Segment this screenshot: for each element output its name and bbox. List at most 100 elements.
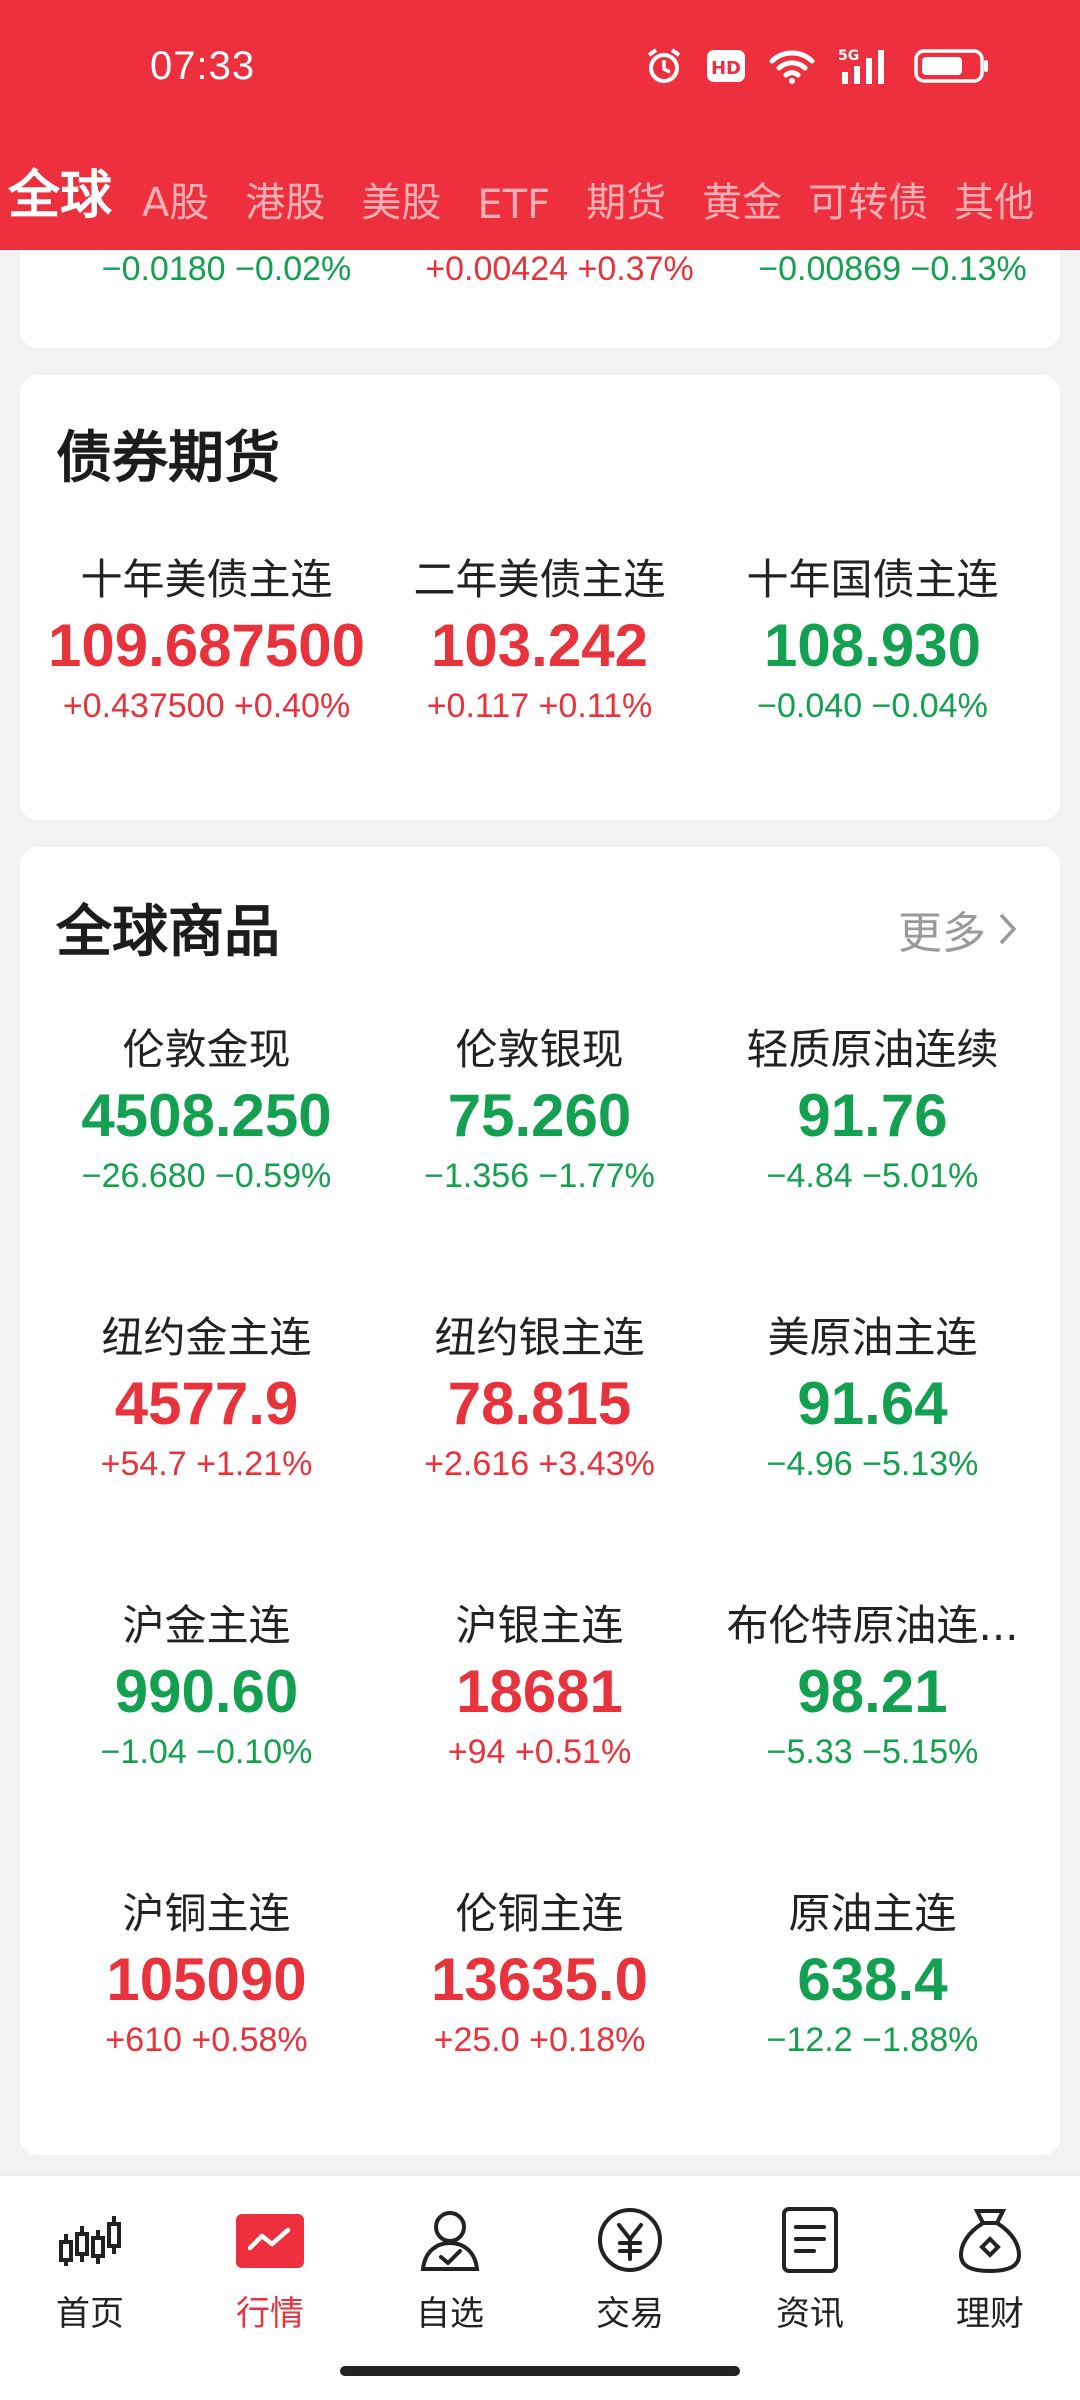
bond-futures-card: 债券期货 十年美债主连 109.687500 +0.437500 +0.40% …: [20, 375, 1060, 820]
quote-change: +94 +0.51%: [447, 1733, 632, 1771]
chevron-right-icon: [999, 913, 1017, 945]
quote-name: 沪银主连: [455, 1601, 624, 1650]
quote-change: +0.117 +0.11%: [426, 687, 653, 725]
quote-name: 二年美债主连: [413, 555, 666, 604]
tab-gold[interactable]: 黄金: [702, 170, 782, 228]
status-time: 07:33: [150, 44, 256, 88]
money-bag-icon: [954, 2204, 1026, 2276]
nav-label: 理财: [956, 2294, 1024, 2334]
nav-wealth[interactable]: 理财: [900, 2176, 1080, 2400]
commodities-title: 全球商品: [56, 900, 280, 965]
quote-change: −12.2 −1.88%: [766, 2021, 979, 2059]
quote-cell-sh-copper[interactable]: 沪铜主连 105090 +610 +0.58%: [40, 1889, 373, 2061]
nav-home[interactable]: 首页: [0, 2176, 180, 2400]
tab-global[interactable]: 全球: [8, 153, 112, 228]
quote-cell-sh-gold[interactable]: 沪金主连 990.60 −1.04 −0.10%: [40, 1601, 373, 1773]
quote-name: 原油主连: [788, 1889, 957, 1938]
quote-change: −4.96 −5.13%: [766, 1445, 979, 1483]
quote-name: 纽约银主连: [434, 1313, 645, 1362]
quote-cell-light-crude[interactable]: 轻质原油连续 91.76 −4.84 −5.01%: [706, 1025, 1039, 1197]
svg-text:HD: HD: [711, 58, 741, 79]
tab-hk-stocks[interactable]: 港股: [245, 170, 325, 228]
quote-change: −1.04 −0.10%: [100, 1733, 313, 1771]
quote-cell-london-silver[interactable]: 伦敦银现 75.260 −1.356 −1.77%: [373, 1025, 706, 1197]
fx-change-3: −0.00869 −0.13%: [758, 250, 1027, 288]
candlestick-icon: [54, 2204, 126, 2276]
quote-cell-sh-silver[interactable]: 沪银主连 18681 +94 +0.51%: [373, 1601, 706, 1773]
quote-cell-london-copper[interactable]: 伦铜主连 13635.0 +25.0 +0.18%: [373, 1889, 706, 2061]
quote-name: 沪铜主连: [122, 1889, 291, 1938]
more-label: 更多: [898, 908, 986, 959]
tab-convertible-bonds[interactable]: 可转债: [808, 170, 928, 228]
fx-change-2: +0.00424 +0.37%: [425, 250, 694, 288]
tab-other[interactable]: 其他: [954, 170, 1034, 228]
quote-cell-us-crude[interactable]: 美原油主连 91.64 −4.96 −5.13%: [706, 1313, 1039, 1485]
tab-us-stocks[interactable]: 美股: [361, 170, 441, 228]
quote-change: −5.33 −5.15%: [766, 1733, 979, 1771]
quote-change: +54.7 +1.21%: [100, 1445, 313, 1483]
quote-price: 91.76: [797, 1082, 948, 1149]
top-header: 07:33 HD 5G 全球 A股 港股 美股 ETF 期货 黄金 可转债 其他: [0, 0, 1080, 250]
quote-cell-crude-oil[interactable]: 原油主连 638.4 −12.2 −1.88%: [706, 1889, 1039, 2061]
quote-name: 十年国债主连: [746, 555, 999, 604]
more-link[interactable]: 更多: [898, 897, 1020, 961]
quote-name: 沪金主连: [122, 1601, 291, 1650]
cellular-signal-icon: 5G: [838, 46, 892, 86]
quote-cell-10y-cn-bond[interactable]: 十年国债主连 108.930 −0.040 −0.04%: [706, 555, 1039, 727]
svg-text:5G: 5G: [838, 48, 859, 64]
tab-etf[interactable]: ETF: [477, 182, 550, 228]
quote-name: 十年美债主连: [80, 555, 333, 604]
tab-futures[interactable]: 期货: [586, 170, 666, 228]
quote-name: 轻质原油连续: [746, 1025, 999, 1074]
quote-change: −1.356 −1.77%: [424, 1157, 655, 1195]
quote-cell-london-gold[interactable]: 伦敦金现 4508.250 −26.680 −0.59%: [40, 1025, 373, 1197]
quote-name: 纽约金主连: [101, 1313, 312, 1362]
quote-price: 18681: [456, 1658, 623, 1725]
quote-price: 98.21: [797, 1658, 948, 1725]
quote-change: −4.84 −5.01%: [766, 1157, 979, 1195]
global-commodities-card: 全球商品 更多 伦敦金现 4508.250 −26.680 −0.59% 伦敦银…: [20, 847, 1060, 2155]
bond-futures-title: 债券期货: [56, 426, 280, 491]
quote-price: 75.260: [447, 1082, 632, 1149]
quote-change: −26.680 −0.59%: [81, 1157, 332, 1195]
yen-coin-icon: [594, 2204, 666, 2276]
nav-label: 行情: [236, 2294, 304, 2334]
nav-market[interactable]: 行情: [180, 2176, 360, 2400]
quote-price: 638.4: [797, 1946, 948, 2013]
quote-price: 990.60: [114, 1658, 299, 1725]
quote-price: 105090: [106, 1946, 307, 2013]
market-tabs: 全球 A股 港股 美股 ETF 期货 黄金 可转债 其他: [0, 158, 1080, 228]
quote-cell-ny-silver[interactable]: 纽约银主连 78.815 +2.616 +3.43%: [373, 1313, 706, 1485]
quote-price: 78.815: [447, 1370, 632, 1437]
quote-name: 美原油主连: [767, 1313, 978, 1362]
quote-cell-10y-us-bond[interactable]: 十年美债主连 109.687500 +0.437500 +0.40%: [40, 555, 373, 727]
battery-icon: [914, 47, 990, 85]
tab-a-shares[interactable]: A股: [142, 170, 209, 228]
nav-label: 交易: [596, 2294, 664, 2334]
quote-price: 91.64: [797, 1370, 948, 1437]
quote-cell-ny-gold[interactable]: 纽约金主连 4577.9 +54.7 +1.21%: [40, 1313, 373, 1485]
document-icon: [774, 2204, 846, 2276]
quote-price: 103.242: [431, 612, 648, 679]
home-indicator[interactable]: [340, 2366, 740, 2376]
quote-price: 4577.9: [114, 1370, 299, 1437]
quote-price: 13635.0: [431, 1946, 648, 2013]
alarm-icon: [644, 46, 684, 86]
quote-name: 伦敦金现: [122, 1025, 291, 1074]
quote-price: 4508.250: [81, 1082, 332, 1149]
market-chart-icon: [234, 2204, 306, 2276]
quote-cell-2y-us-bond[interactable]: 二年美债主连 103.242 +0.117 +0.11%: [373, 555, 706, 727]
quote-change: +0.437500 +0.40%: [62, 687, 351, 725]
quote-change: +25.0 +0.18%: [433, 2021, 646, 2059]
quote-price: 108.930: [764, 612, 981, 679]
nav-news[interactable]: 资讯: [720, 2176, 900, 2400]
quote-change: +2.616 +3.43%: [424, 1445, 655, 1483]
quote-change: −0.040 −0.04%: [757, 687, 988, 725]
nav-label: 资讯: [776, 2294, 844, 2334]
nav-label: 自选: [416, 2294, 484, 2334]
user-check-icon: [414, 2204, 486, 2276]
status-icons: HD 5G: [644, 46, 990, 86]
quote-cell-brent-crude[interactable]: 布伦特原油连... 98.21 −5.33 −5.15%: [706, 1601, 1039, 1773]
quote-name: 布伦特原油连...: [726, 1601, 1019, 1650]
quote-price: 109.687500: [48, 612, 365, 679]
